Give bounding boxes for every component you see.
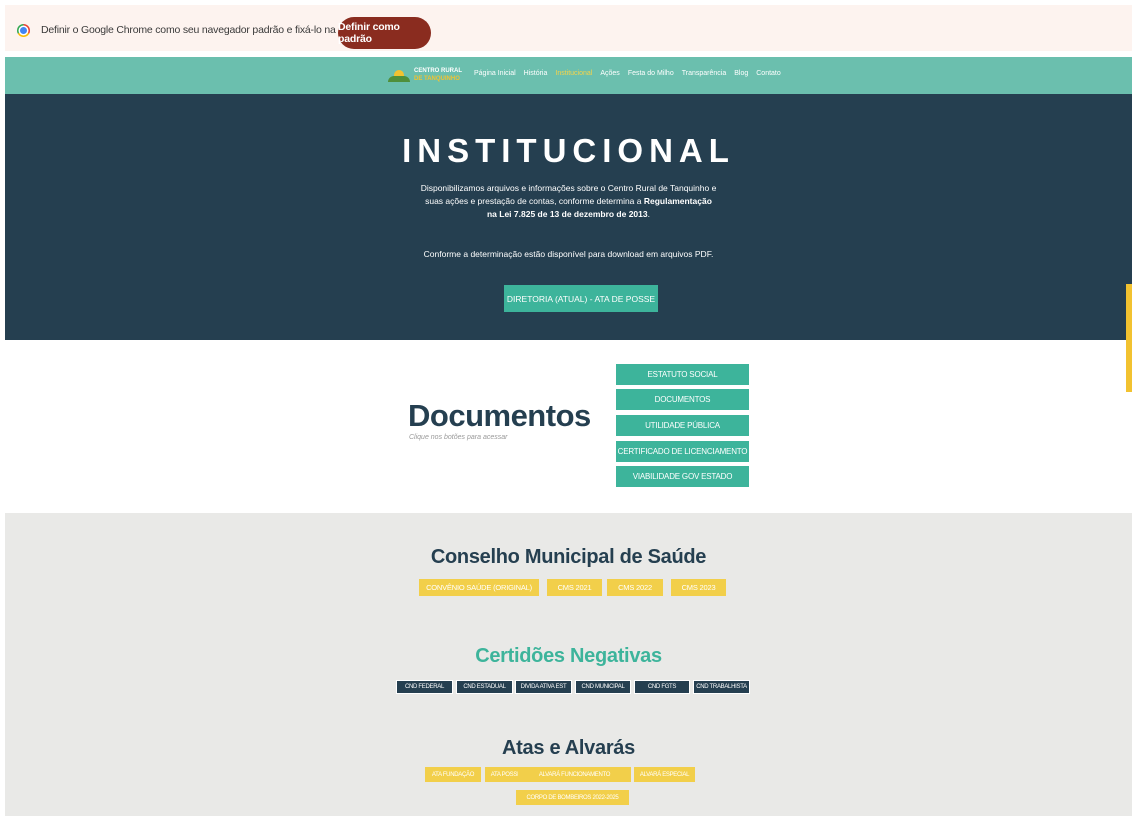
hero-desc-line1: Disponibilizamos arquivos e informações …	[420, 183, 717, 193]
nav-item-contato[interactable]: Contato	[756, 70, 781, 77]
nav-item-festa-do-milho[interactable]: Festa do Milho	[628, 70, 674, 77]
corpo-de-bombeiros-button[interactable]: CORPO DE BOMBEIROS 2022-2025	[516, 790, 629, 805]
logo-line2: DE TANQUINHO	[414, 76, 460, 82]
set-default-button[interactable]: Definir como padrão	[338, 17, 431, 49]
alvara-funcionamento-button[interactable]: ALVARÁ FUNCIONAMENTO	[518, 767, 631, 782]
hero-section: INSTITUCIONAL Disponibilizamos arquivos …	[5, 94, 1132, 392]
documentos-title: Documentos	[408, 398, 591, 433]
divida-ativa-est-button[interactable]: DIVIDA ATIVA EST	[515, 680, 572, 694]
certidoes-title: Certidões Negativas	[475, 645, 662, 667]
logo-sun-icon	[388, 70, 410, 82]
site-logo[interactable]: CENTRO RURAL DE TANQUINHO	[388, 67, 468, 85]
hero-desc-line3-bold: na Lei 7.825 de 13 de dezembro de 2013	[486, 209, 648, 219]
convenio-saude-button[interactable]: CONVÊNIO SAÚDE (ORIGINAL)	[419, 579, 539, 596]
cms-2023-button[interactable]: CMS 2023	[671, 579, 726, 596]
main-nav: CENTRO RURAL DE TANQUINHO Página Inicial…	[5, 57, 1132, 94]
cnd-federal-button[interactable]: CND FEDERAL	[396, 680, 453, 694]
hero-desc-line2: suas ações e prestação de contas, confor…	[5, 195, 1132, 208]
hero-description: Disponibilizamos arquivos e informações …	[5, 182, 1132, 221]
certificado-licenciamento-button[interactable]: CERTIFICADO DE LICENCIAMENTO	[616, 441, 749, 462]
documentos-button[interactable]: DOCUMENTOS	[616, 389, 749, 410]
hero-note: Conforme a determinação estão disponível…	[423, 249, 714, 259]
cms-2022-button[interactable]: CMS 2022	[607, 579, 663, 596]
nav-item-historia[interactable]: História	[524, 70, 548, 77]
chrome-icon	[17, 24, 30, 37]
viabilidade-gov-estado-button[interactable]: VIABILIDADE GOV ESTADO	[616, 466, 749, 487]
alvara-especial-button[interactable]: ALVARÁ ESPECIAL	[634, 767, 695, 782]
hero-desc-line2-text: suas ações e prestação de contas, confor…	[425, 196, 644, 206]
cnd-estadual-button[interactable]: CND ESTADUAL	[456, 680, 513, 694]
ata-fundacao-button[interactable]: ATA FUNDAÇÃO	[425, 767, 481, 782]
estatuto-social-button[interactable]: ESTATUTO SOCIAL	[616, 364, 749, 385]
utilidade-publica-button[interactable]: UTILIDADE PÚBLICA	[616, 415, 749, 436]
cnd-trabalhista-button[interactable]: CND TRABALHISTA	[693, 680, 750, 694]
cnd-fgts-button[interactable]: CND FGTS	[634, 680, 690, 694]
diretoria-ata-posse-button[interactable]: DIRETORIA (ATUAL) - ATA DE POSSE	[504, 285, 658, 312]
cnd-municipal-button[interactable]: CND MUNICIPAL	[575, 680, 631, 694]
side-tab[interactable]	[1126, 284, 1132, 392]
nav-item-transparencia[interactable]: Transparência	[682, 70, 727, 77]
hero-desc-line3-text: .	[647, 209, 650, 219]
default-browser-infobar: Definir o Google Chrome como seu navegad…	[5, 5, 1132, 51]
atas-title: Atas e Alvarás	[502, 737, 635, 759]
logo-line1: CENTRO RURAL	[414, 68, 462, 74]
nav-item-institucional[interactable]: Institucional	[555, 70, 592, 77]
cms-2021-button[interactable]: CMS 2021	[547, 579, 602, 596]
page-title: INSTITUCIONAL	[402, 132, 735, 169]
nav-item-acoes[interactable]: Ações	[600, 70, 619, 77]
nav-menu: Página Inicial História Institucional Aç…	[474, 70, 789, 77]
hero-desc-line2-bold: Regulamentação	[643, 196, 712, 206]
hero-desc-line3: na Lei 7.825 de 13 de dezembro de 2013.	[5, 208, 1132, 221]
nav-item-pagina-inicial[interactable]: Página Inicial	[474, 70, 516, 77]
conselho-title: Conselho Municipal de Saúde	[430, 546, 707, 568]
documentos-subtitle: Clique nos botões para acessar	[409, 434, 508, 441]
nav-item-blog[interactable]: Blog	[734, 70, 748, 77]
